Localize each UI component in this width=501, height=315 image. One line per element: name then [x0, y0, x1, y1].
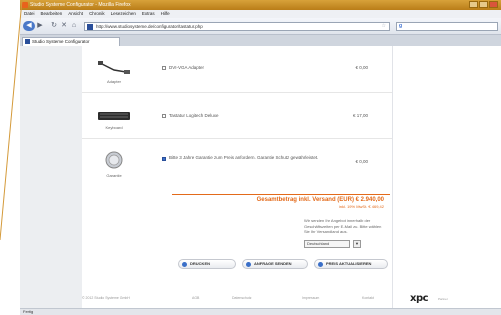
- footer-copyright: © 2012 Studio Systeme GmbH: [82, 296, 130, 300]
- title-bar: Studio Systeme Configurator - Mozilla Fi…: [20, 0, 501, 10]
- tab-label: Studio Systeme Configurator: [32, 39, 90, 44]
- chevron-down-icon[interactable]: ▼: [353, 240, 361, 248]
- menu-help[interactable]: Hilfe: [161, 10, 170, 18]
- send-request-label: ANFRAGE SENDEN: [254, 261, 292, 266]
- footer-link-privacy[interactable]: Datenschutz: [232, 296, 251, 300]
- print-button[interactable]: DRUCKEN: [178, 259, 236, 269]
- close-button[interactable]: [489, 1, 498, 8]
- logo-subtitle: Partner: [438, 297, 448, 301]
- menu-file[interactable]: Datei: [24, 10, 35, 18]
- status-bar: Fertig: [20, 308, 501, 315]
- item-price: € 0,00: [355, 65, 368, 70]
- site-favicon-icon: [87, 24, 93, 30]
- right-margin: [392, 46, 501, 308]
- item-caption: Garantie: [106, 173, 122, 178]
- browser-window: Studio Systeme Configurator - Mozilla Fi…: [20, 0, 501, 315]
- print-button-label: DRUCKEN: [190, 261, 210, 266]
- home-icon[interactable]: ⌂: [70, 21, 78, 31]
- tab-configurator[interactable]: Studio Systeme Configurator: [22, 37, 120, 46]
- xpc-logo: xpc: [410, 293, 429, 304]
- page-footer: © 2012 Studio Systeme GmbH AGB Datenschu…: [82, 292, 472, 306]
- send-icon: [246, 262, 251, 267]
- item-price: € 0,00: [355, 159, 368, 164]
- menu-tools[interactable]: Extras: [142, 10, 155, 18]
- item-caption: Keyboard: [105, 125, 123, 130]
- menu-bar: Datei Bearbeiten Ansicht Chronik Lesezei…: [20, 10, 501, 18]
- menu-bookmarks[interactable]: Lesezeichen: [111, 10, 136, 18]
- warranty-badge-icon: [96, 150, 132, 170]
- list-item: Garantie Bitte 3 Jahre Garantie zum Prei…: [82, 138, 392, 188]
- window-controls: [469, 1, 498, 8]
- address-bar[interactable]: http://www.studiosysteme.de/configurator…: [84, 22, 390, 31]
- menu-edit[interactable]: Bearbeiten: [41, 10, 63, 18]
- item-label: Tastatur Logitech Deluxe: [169, 113, 219, 118]
- shipping-info: Wir senden Ihr Angebot innerhalb der Ges…: [304, 218, 382, 234]
- item-checkbox-checked[interactable]: [162, 157, 166, 161]
- google-search-icon: g: [399, 23, 403, 29]
- footer-link-imprint[interactable]: Impressum: [302, 296, 319, 300]
- page-content: Adapter DVI-VGA Adapter € 0,00 Keyboard …: [20, 46, 501, 308]
- stop-icon[interactable]: ✕: [60, 21, 68, 31]
- item-checkbox[interactable]: [162, 114, 166, 118]
- minimize-button[interactable]: [469, 1, 478, 8]
- item-label: Bitte 3 Jahre Garantie zum Preis anforde…: [169, 155, 319, 160]
- list-item: Adapter DVI-VGA Adapter € 0,00: [82, 46, 392, 93]
- address-url: http://www.studiosysteme.de/configurator…: [96, 24, 203, 29]
- left-margin: [20, 46, 82, 308]
- item-label: DVI-VGA Adapter: [169, 65, 205, 70]
- total-vat: inkl. 19% MwSt. € 469,42: [338, 204, 384, 209]
- adapter-cable-icon: [96, 60, 132, 76]
- back-button[interactable]: ◀: [23, 21, 35, 31]
- country-select-value: Deutschland: [307, 241, 330, 246]
- search-box[interactable]: g: [396, 22, 498, 31]
- total-price: Gesamtbetrag inkl. Versand (EUR) € 2.940…: [256, 197, 384, 203]
- reload-icon[interactable]: ↻: [50, 21, 58, 31]
- update-price-label: PREIS AKTUALISIEREN: [326, 261, 372, 266]
- tab-favicon-icon: [25, 39, 30, 44]
- summary-divider: [172, 194, 390, 195]
- list-item: Keyboard Tastatur Logitech Deluxe € 17,0…: [82, 92, 392, 139]
- bookmark-star-icon[interactable]: ☆: [382, 23, 386, 30]
- print-icon: [182, 262, 187, 267]
- maximize-button[interactable]: [479, 1, 488, 8]
- firefox-icon: [22, 2, 28, 8]
- configurator-panel: Adapter DVI-VGA Adapter € 0,00 Keyboard …: [82, 46, 392, 308]
- menu-history[interactable]: Chronik: [89, 10, 105, 18]
- send-request-button[interactable]: ANFRAGE SENDEN: [242, 259, 308, 269]
- footer-link-contact[interactable]: Kontakt: [362, 296, 374, 300]
- footer-link-agb[interactable]: AGB: [192, 296, 199, 300]
- tab-strip: Studio Systeme Configurator: [20, 35, 501, 46]
- refresh-icon: [318, 262, 323, 267]
- window-title: Studio Systeme Configurator - Mozilla Fi…: [30, 2, 131, 8]
- country-select[interactable]: Deutschland ▼: [304, 240, 361, 248]
- item-price: € 17,00: [352, 113, 368, 118]
- keyboard-icon: [96, 110, 132, 122]
- item-caption: Adapter: [106, 79, 121, 84]
- item-checkbox[interactable]: [162, 66, 166, 70]
- update-price-button[interactable]: PREIS AKTUALISIEREN: [314, 259, 388, 269]
- menu-view[interactable]: Ansicht: [68, 10, 83, 18]
- forward-button[interactable]: ▶: [36, 21, 44, 31]
- status-text: Fertig: [23, 309, 34, 314]
- navigation-toolbar: ◀ ▶ ↻ ✕ ⌂ http://www.studiosysteme.de/co…: [20, 18, 501, 35]
